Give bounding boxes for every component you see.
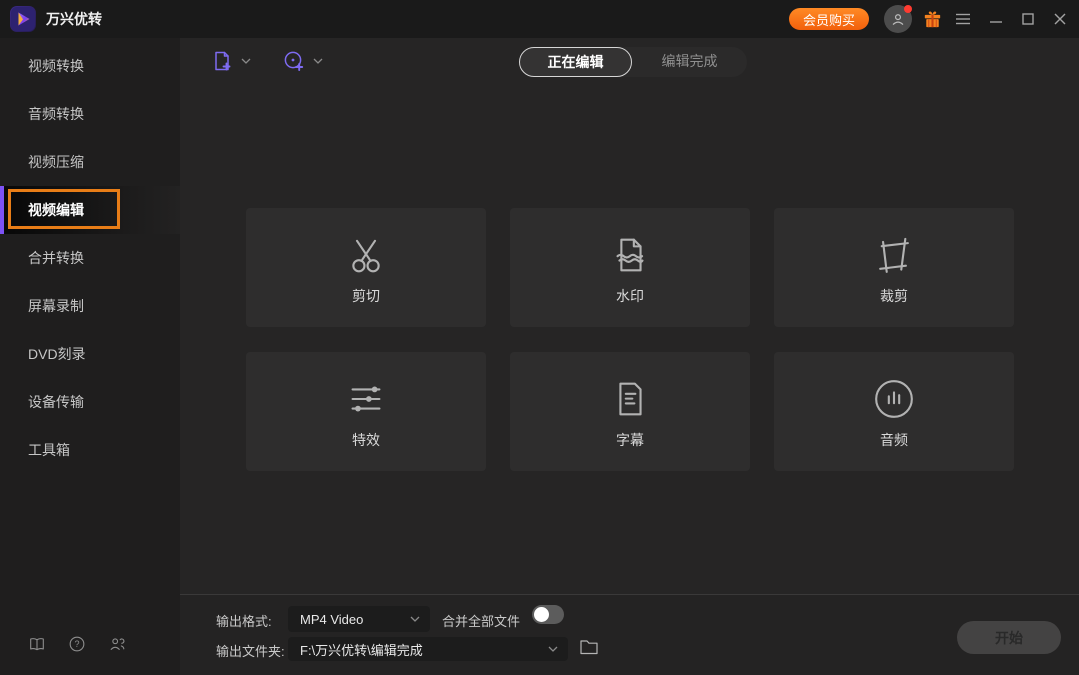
crop-icon — [871, 232, 917, 278]
app-logo-icon — [10, 6, 36, 32]
book-icon — [28, 635, 46, 653]
chevron-down-icon — [313, 58, 323, 64]
edit-tools-grid: 剪切 水印 — [246, 208, 1014, 496]
tile-label: 音频 — [880, 430, 908, 450]
tab-edit-finished[interactable]: 编辑完成 — [632, 47, 747, 77]
tile-label: 字幕 — [616, 430, 644, 450]
menu-button[interactable] — [948, 0, 978, 38]
sidebar-item-toolbox[interactable]: 工具箱 — [0, 426, 180, 474]
subtitle-icon — [607, 376, 653, 422]
selected-indicator-bar — [0, 186, 4, 234]
sidebar-item-dvd-burn[interactable]: DVD刻录 — [0, 330, 180, 378]
add-dvd-dropdown-chevron[interactable] — [313, 58, 323, 64]
uniconverter-window: 万兴优转 会员购买 — [0, 0, 1079, 675]
svg-text:?: ? — [74, 639, 79, 649]
output-settings-bar: 输出格式: MP4 Video 合并全部文件 输出文件夹: F:\万兴优转\编辑… — [180, 594, 1079, 675]
sidebar-item-label: 屏幕录制 — [28, 298, 84, 314]
output-format-label: 输出格式: — [216, 611, 272, 630]
tile-label: 水印 — [616, 286, 644, 306]
sidebar: 视频转换 音频转换 视频压缩 视频编辑 合并转换 屏幕录制 DVD刻录 设备传输… — [0, 38, 180, 675]
watermark-icon — [607, 232, 653, 278]
tile-effects[interactable]: 特效 — [246, 352, 486, 471]
gift-icon[interactable] — [921, 8, 944, 31]
chevron-down-icon — [548, 646, 558, 652]
folder-icon — [579, 638, 599, 656]
start-button[interactable]: 开始 — [957, 621, 1061, 654]
audio-icon — [871, 376, 917, 422]
output-format-select[interactable]: MP4 Video — [288, 606, 430, 632]
chevron-down-icon — [410, 616, 420, 622]
output-folder-label: 输出文件夹: — [216, 641, 285, 660]
tile-label: 剪切 — [352, 286, 380, 306]
sidebar-item-screen-record[interactable]: 屏幕录制 — [0, 282, 180, 330]
hamburger-icon — [955, 13, 971, 25]
scissors-icon — [343, 232, 389, 278]
tab-editing[interactable]: 正在编辑 — [519, 47, 632, 77]
close-icon — [1054, 13, 1066, 25]
user-icon — [889, 10, 907, 28]
output-folder-select[interactable]: F:\万兴优转\编辑完成 — [288, 637, 568, 661]
sidebar-item-device-transfer[interactable]: 设备传输 — [0, 378, 180, 426]
add-file-button[interactable] — [210, 49, 234, 73]
help-icon: ? — [68, 635, 86, 653]
sidebar-menu: 视频转换 音频转换 视频压缩 视频编辑 合并转换 屏幕录制 DVD刻录 设备传输… — [0, 42, 180, 474]
tile-crop[interactable]: 裁剪 — [774, 208, 1014, 327]
sidebar-item-label: 视频压缩 — [28, 154, 84, 170]
sidebar-footer: ? — [0, 635, 180, 653]
minimize-button[interactable] — [981, 0, 1011, 38]
tile-watermark[interactable]: 水印 — [510, 208, 750, 327]
tile-label: 特效 — [352, 430, 380, 450]
toggle-knob — [534, 607, 549, 622]
tile-cut[interactable]: 剪切 — [246, 208, 486, 327]
add-disc-icon — [282, 49, 306, 73]
output-format-value: MP4 Video — [300, 606, 363, 632]
edit-state-tabs: 正在编辑 编辑完成 — [519, 47, 747, 77]
sidebar-item-video-convert[interactable]: 视频转换 — [0, 42, 180, 90]
tile-subtitle[interactable]: 字幕 — [510, 352, 750, 471]
merge-all-toggle[interactable] — [532, 605, 564, 624]
sidebar-item-merge-convert[interactable]: 合并转换 — [0, 234, 180, 282]
sidebar-item-label: 工具箱 — [28, 442, 70, 458]
tile-label: 裁剪 — [880, 286, 908, 306]
maximize-button[interactable] — [1013, 0, 1043, 38]
member-purchase-button[interactable]: 会员购买 — [789, 8, 869, 30]
sidebar-item-label: 音频转换 — [28, 106, 84, 122]
effects-icon — [343, 376, 389, 422]
add-file-icon — [210, 49, 234, 73]
people-icon — [108, 635, 126, 653]
main-area: 正在编辑 编辑完成 剪切 — [180, 38, 1079, 594]
sidebar-item-video-compress[interactable]: 视频压缩 — [0, 138, 180, 186]
maximize-icon — [1022, 13, 1034, 25]
output-folder-value: F:\万兴优转\编辑完成 — [300, 637, 423, 661]
highlight-box — [8, 189, 120, 229]
sidebar-item-audio-convert[interactable]: 音频转换 — [0, 90, 180, 138]
close-button[interactable] — [1045, 0, 1075, 38]
tile-audio[interactable]: 音频 — [774, 352, 1014, 471]
merge-all-label: 合并全部文件 — [442, 611, 520, 630]
titlebar: 万兴优转 会员购买 — [0, 0, 1079, 38]
guide-button[interactable] — [28, 635, 46, 653]
sidebar-item-label: 视频转换 — [28, 58, 84, 74]
contact-button[interactable] — [108, 635, 126, 653]
help-button[interactable]: ? — [68, 635, 86, 653]
sidebar-item-label: 合并转换 — [28, 250, 84, 266]
app-title: 万兴优转 — [46, 0, 102, 38]
add-dvd-button[interactable] — [282, 49, 306, 73]
notification-dot — [904, 5, 912, 13]
sidebar-item-label: DVD刻录 — [28, 346, 86, 362]
sidebar-item-label: 设备传输 — [28, 394, 84, 410]
chevron-down-icon — [241, 58, 251, 64]
add-file-dropdown-chevron[interactable] — [241, 58, 251, 64]
minimize-icon — [989, 13, 1003, 25]
sidebar-item-video-edit[interactable]: 视频编辑 — [0, 186, 180, 234]
account-avatar[interactable] — [884, 5, 912, 33]
browse-folder-button[interactable] — [579, 638, 599, 656]
